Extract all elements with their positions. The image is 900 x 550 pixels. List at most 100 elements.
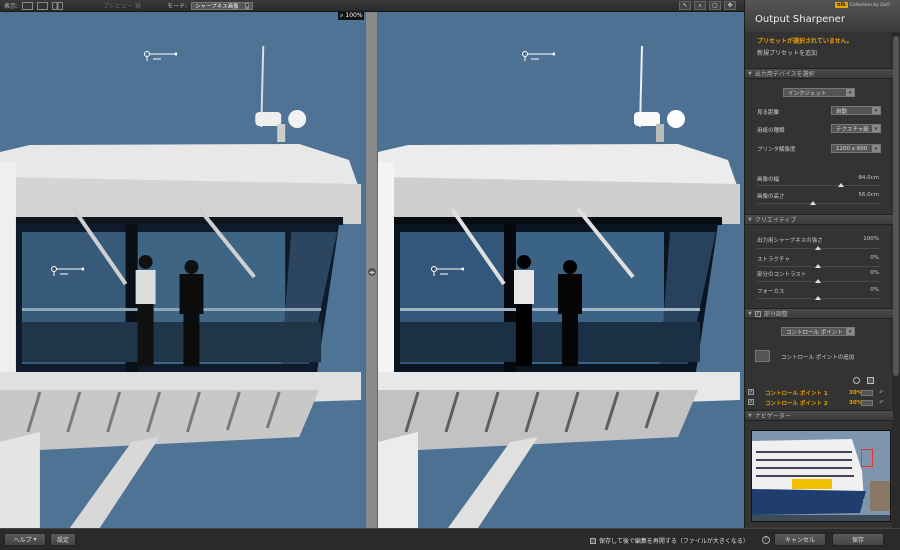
slider-value: 0% [870, 255, 879, 261]
control-point-type-select[interactable]: コントロール ポイント ▾ [781, 327, 855, 336]
preview-after[interactable] [378, 12, 744, 528]
split-view-icon[interactable] [37, 1, 49, 10]
image-height-slider-knob[interactable] [810, 201, 816, 205]
checkbox-icon[interactable] [590, 537, 596, 544]
slider-value: 100% [863, 236, 879, 242]
help-button-label: ヘルプ [13, 537, 32, 544]
control-point-marker[interactable] [430, 265, 464, 277]
chevron-down-icon: ▾ [872, 125, 880, 132]
output-device-select[interactable]: インクジェット ▾ [783, 88, 855, 97]
chevron-down-icon: ▾ [244, 2, 250, 9]
mode-label: モード: [166, 3, 187, 10]
structure-slider-knob[interactable] [815, 264, 821, 268]
image-height-label: 画像の高さ [757, 194, 785, 200]
section-navigator[interactable]: ▼ ナビゲーター [745, 410, 893, 421]
settings-button[interactable]: 設定 [50, 533, 76, 546]
loupe-icon[interactable]: ▢ [709, 1, 721, 10]
scrollbar-thumb[interactable] [893, 36, 899, 376]
top-toolbar: 表示: プレビュー 鏡 モード: シャープネス画像 ▾ ↖ ⌕ ▢ ✥ [0, 0, 744, 12]
control-point-name: コントロール ポイント 2 [765, 400, 828, 407]
focus-slider-knob[interactable] [815, 296, 821, 300]
output-sharpening-slider-knob[interactable] [815, 246, 821, 250]
control-point-checkbox[interactable]: ✓ [748, 389, 754, 395]
fit-icon[interactable]: ✥ [724, 1, 736, 10]
loupe-icon: ⌕ [340, 12, 344, 19]
control-point-marker[interactable] [50, 265, 84, 277]
chevron-down-icon: ▾ [33, 536, 37, 543]
bottom-bar: ヘルプ ▾ 設定 保存して後で編集を再開する（ファイルが大きくなる） ? キャン… [0, 528, 900, 550]
save-button[interactable]: 保存 [832, 533, 884, 546]
image-height-slider-track[interactable] [757, 203, 881, 204]
preview-before[interactable] [0, 12, 365, 528]
section-output-device[interactable]: ▼ 出力用デバイスを選択 [745, 68, 893, 79]
output-sharpener-window: 表示: プレビュー 鏡 モード: シャープネス画像 ▾ ↖ ⌕ ▢ ✥ ◂▸ ⌕… [0, 0, 900, 550]
show-mask-icon[interactable] [853, 377, 860, 384]
grid-icon[interactable] [867, 377, 874, 384]
zoom-tool-icon[interactable]: ⌕ [694, 1, 706, 10]
slider-value: 0% [870, 287, 879, 293]
add-preset-link[interactable]: 新規プリセットを追加 [745, 45, 893, 57]
section-selective-label: 部分調整 [763, 311, 788, 318]
image-width-label: 画像の幅 [757, 177, 780, 183]
control-point-name: コントロール ポイント 1 [765, 390, 828, 397]
split-divider[interactable]: ◂▸ ⌕ 100% [338, 12, 378, 528]
preview-toggle[interactable]: プレビュー 鏡 [103, 1, 141, 10]
navigator-viewport-box[interactable] [861, 449, 873, 467]
navigator-ship-image [752, 431, 890, 521]
slider-label: フォーカス [757, 289, 785, 295]
add-control-point-button[interactable] [755, 350, 770, 362]
help-button[interactable]: ヘルプ ▾ [4, 533, 46, 546]
chevron-down-icon: ▾ [872, 107, 880, 114]
control-point-row[interactable]: ✓ コントロール ポイント 1 30% ↶ [745, 388, 893, 397]
slider-label: ストラクチャ [757, 257, 790, 263]
view-label: 表示: [4, 3, 19, 10]
image-width-slider-knob[interactable] [838, 183, 844, 187]
nik-logo: nik Collection by DxO [835, 2, 890, 8]
settings-panel: nik Collection by DxO Output Sharpener プリ… [744, 0, 900, 550]
cancel-button[interactable]: キャンセル [774, 533, 826, 546]
image-width-slider-track[interactable] [757, 185, 881, 186]
nik-logo-text: Collection by DxO [849, 2, 890, 8]
mode-select[interactable]: シャープネス画像 ▾ [190, 1, 254, 10]
help-icon[interactable]: ? [762, 536, 770, 544]
control-point-marker[interactable] [521, 50, 555, 62]
control-point-slider[interactable] [861, 389, 873, 396]
preset-warning: プリセットが選択されていません。 [757, 38, 853, 45]
section-creative[interactable]: ▼ クリエイティブ [745, 214, 893, 225]
nik-logo-box: nik [835, 2, 848, 8]
panel-header: nik Collection by DxO Output Sharpener [745, 0, 900, 32]
viewing-distance-value: 自動 [836, 108, 848, 115]
chevron-down-icon: ▾ [872, 145, 880, 152]
paper-type-select[interactable]: テクスチャ紙 ▾ [831, 124, 881, 133]
slider-label: 出力用シャープネスの強さ [757, 238, 823, 244]
paper-type-label: 用紙の種類 [757, 128, 785, 134]
reset-icon[interactable]: ↶ [879, 400, 884, 406]
control-point-checkbox[interactable]: ✓ [748, 399, 754, 405]
selective-enable-checkbox[interactable]: ✓ [754, 310, 761, 317]
chevron-down-icon: ▼ [748, 70, 752, 77]
printer-resolution-select[interactable]: 1200 x 600 ▾ [831, 144, 881, 153]
control-point-marker[interactable] [143, 50, 177, 62]
local-contrast-slider-knob[interactable] [815, 279, 821, 283]
slider-label: 部分のコントラスト [757, 272, 807, 278]
split-handle-icon[interactable]: ◂▸ [368, 268, 376, 276]
viewing-distance-label: 見る距離 [757, 110, 780, 116]
section-selective[interactable]: ▼ ✓ 部分調整 [745, 308, 893, 319]
viewing-distance-select[interactable]: 自動 ▾ [831, 106, 881, 115]
panel-title: Output Sharpener [755, 14, 845, 25]
printer-resolution-value: 1200 x 600 [836, 145, 868, 152]
hand-tool-icon[interactable]: ↖ [679, 1, 691, 10]
mode-select-value: シャープネス画像 [194, 3, 239, 10]
navigator-thumbnail[interactable] [751, 430, 891, 522]
image-width-value: 84.0cm [858, 175, 879, 181]
reset-icon[interactable]: ↶ [879, 390, 884, 396]
single-view-icon[interactable] [22, 1, 34, 10]
save-editable-option[interactable]: 保存して後で編集を再開する（ファイルが大きくなる） [590, 536, 749, 545]
control-point-slider[interactable] [861, 399, 873, 406]
dual-view-icon[interactable] [52, 1, 64, 10]
control-point-type-value: コントロール ポイント [786, 329, 843, 336]
zoom-badge: ⌕ 100% [338, 12, 364, 20]
panel-scrollbar[interactable] [892, 32, 900, 528]
chevron-down-icon: ▾ [846, 328, 854, 335]
control-point-row[interactable]: ✓ コントロール ポイント 2 30% ↶ [745, 398, 893, 407]
